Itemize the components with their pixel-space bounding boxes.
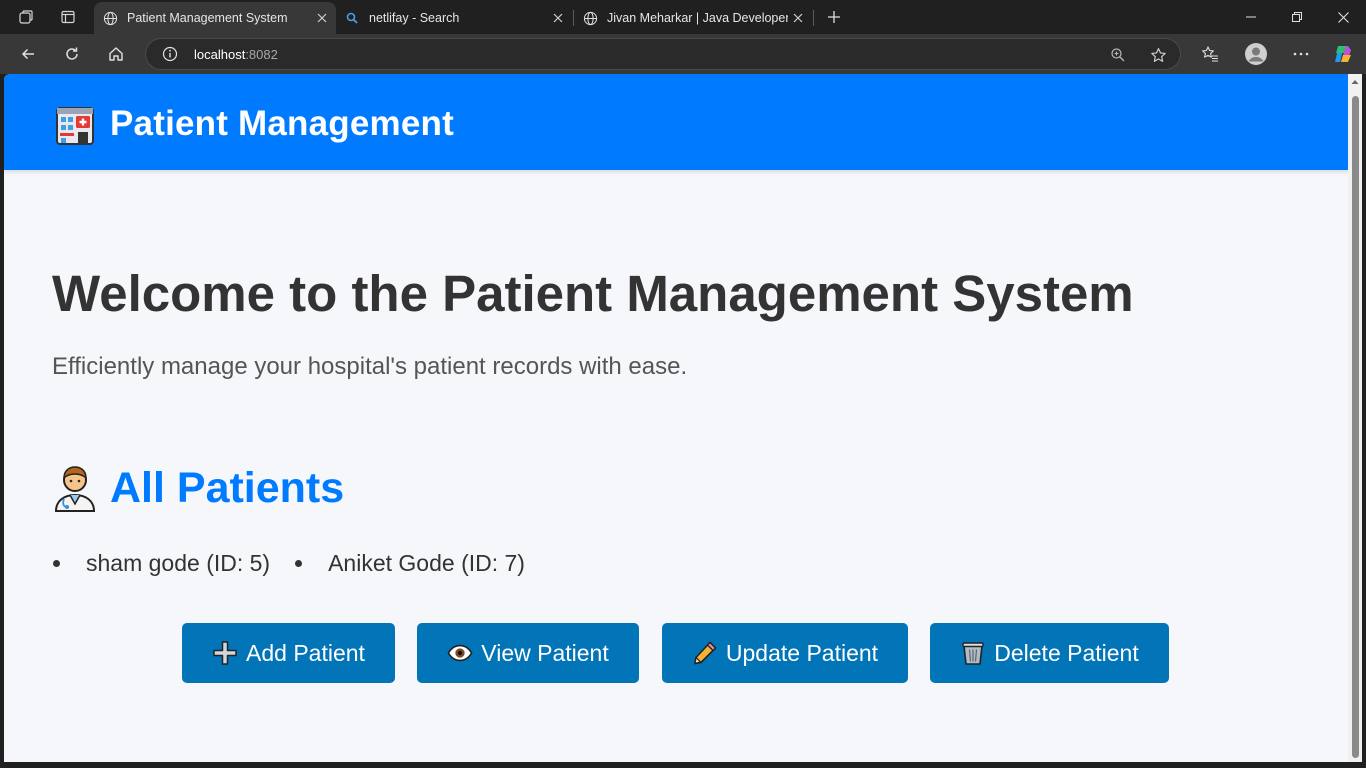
more-options-icon[interactable] <box>1286 39 1316 69</box>
profile-avatar-icon[interactable] <box>1241 39 1271 69</box>
search-icon <box>344 10 360 26</box>
view-patient-label: View Patient <box>481 639 609 666</box>
header-title: Patient Management <box>110 104 454 143</box>
patient-label: sham gode (ID: 5) <box>86 550 271 576</box>
globe-icon <box>582 10 598 26</box>
list-bullet <box>53 560 60 567</box>
scroll-thumb[interactable] <box>1352 96 1359 758</box>
tab-separator <box>813 10 814 26</box>
close-tab-icon[interactable] <box>312 8 332 28</box>
favorite-star-icon[interactable] <box>1148 45 1168 65</box>
favorites-icon[interactable] <box>1195 39 1225 69</box>
welcome-tagline: Efficiently manage your hospital's patie… <box>52 353 688 380</box>
url-host: localhost <box>194 47 246 62</box>
list-item: Aniket Gode (ID: 7) <box>294 550 525 577</box>
patient-label: Aniket Gode (ID: 7) <box>328 550 525 576</box>
page-scrollbar[interactable] <box>1348 74 1362 762</box>
copilot-icon[interactable] <box>1328 39 1358 69</box>
add-patient-label: Add Patient <box>246 639 365 666</box>
tab-title: netlifay - Search <box>369 11 460 25</box>
view-patient-button[interactable]: View Patient <box>417 623 639 683</box>
doctor-icon <box>52 463 98 513</box>
close-tab-icon[interactable] <box>548 8 568 28</box>
home-icon[interactable] <box>101 39 131 69</box>
new-tab-icon[interactable] <box>820 5 848 29</box>
zoom-icon[interactable] <box>1108 45 1128 65</box>
url-port: :8082 <box>245 47 278 62</box>
back-arrow-icon[interactable] <box>13 39 43 69</box>
patients-heading: All Patients <box>110 463 345 512</box>
wastebasket-icon <box>960 640 986 666</box>
minimize-icon[interactable] <box>1228 0 1274 34</box>
scroll-up-icon[interactable] <box>1351 78 1359 86</box>
patient-list: sham gode (ID: 5) Aniket Gode (ID: 7) <box>52 550 549 577</box>
plus-icon <box>212 640 238 666</box>
tab-patient-management[interactable]: Patient Management System <box>94 2 336 34</box>
tab-title: Jivan Meharkar | Java Developer <box>607 11 788 25</box>
patients-section-header: All Patients <box>52 462 344 514</box>
tab-title: Patient Management System <box>127 11 288 25</box>
eye-icon <box>447 640 473 666</box>
delete-patient-button[interactable]: Delete Patient <box>930 623 1169 683</box>
delete-patient-label: Delete Patient <box>994 639 1139 666</box>
update-patient-button[interactable]: Update Patient <box>662 623 908 683</box>
welcome-heading: Welcome to the Patient Management System <box>52 265 1134 322</box>
restore-icon[interactable] <box>1274 0 1320 34</box>
refresh-icon[interactable] <box>57 39 87 69</box>
hospital-icon <box>54 104 96 146</box>
site-info-icon[interactable] <box>162 46 178 62</box>
list-item: sham gode (ID: 5) <box>52 550 270 577</box>
workspaces-icon[interactable] <box>12 5 40 29</box>
list-bullet <box>295 560 303 567</box>
address-bar[interactable]: localhost:8082 <box>145 38 1181 70</box>
browser-tab-bar: Patient Management System netlifay - Sea… <box>0 0 1366 34</box>
add-patient-button[interactable]: Add Patient <box>182 623 395 683</box>
page-viewport: Patient Management Welcome to the Patien… <box>4 74 1348 762</box>
tab-jivan-meharkar[interactable]: Jivan Meharkar | Java Developer <box>574 2 812 34</box>
update-patient-label: Update Patient <box>725 639 879 666</box>
close-window-icon[interactable] <box>1320 0 1366 34</box>
globe-icon <box>102 10 118 26</box>
close-tab-icon[interactable] <box>788 8 808 28</box>
tab-netlifay-search[interactable]: netlifay - Search <box>336 2 572 34</box>
vertical-tabs-icon[interactable] <box>54 5 82 29</box>
url-text: localhost:8082 <box>194 47 278 62</box>
pencil-icon <box>692 640 718 666</box>
browser-toolbar: localhost:8082 <box>0 34 1366 74</box>
app-header: Patient Management <box>4 74 1348 170</box>
